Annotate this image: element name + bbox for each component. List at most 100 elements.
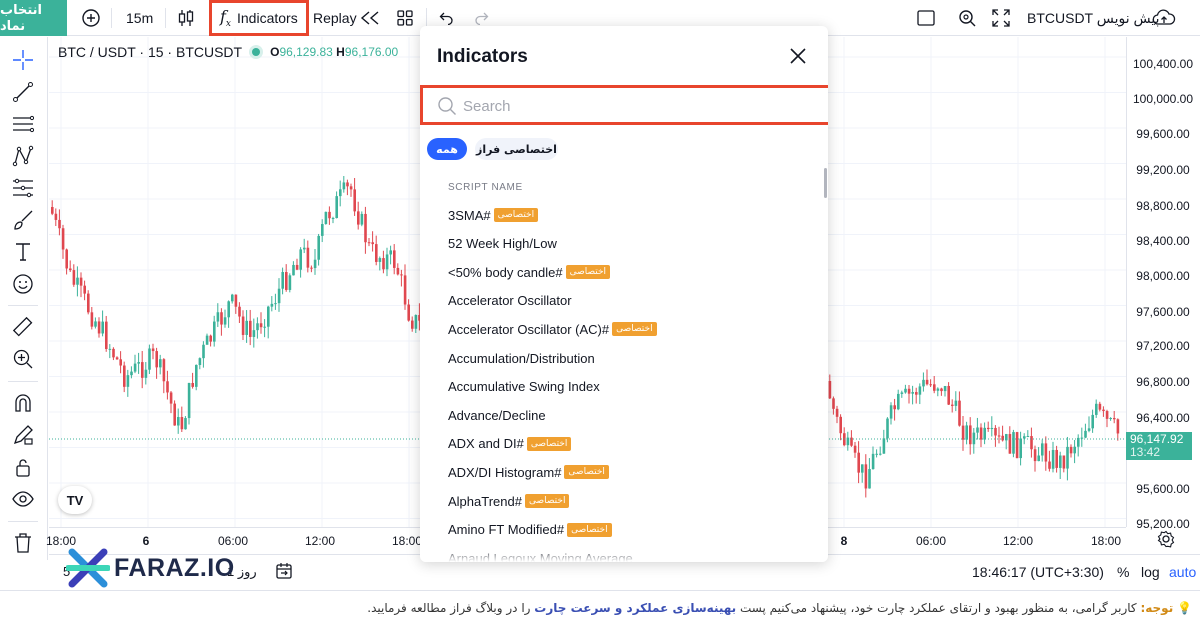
magnet-icon[interactable] (8, 389, 38, 417)
indicator-item[interactable]: Advance/Decline (448, 401, 546, 429)
candle-body (148, 348, 151, 370)
candle-body (886, 418, 889, 439)
search-input[interactable] (463, 96, 803, 116)
faraz-star-icon (66, 548, 110, 588)
crosshair-icon[interactable] (8, 46, 38, 74)
indicator-item[interactable]: <50% body candle# اختصاصی (448, 258, 611, 286)
symbol-name[interactable]: BTCUSDT پیش نویس (1027, 0, 1159, 36)
pencil-lock-icon[interactable] (8, 421, 38, 449)
indicator-name: Amino FT Modified# (448, 522, 565, 538)
notice-link[interactable]: بهینه‌سازی عملکرد و سرعت چارت (534, 601, 736, 615)
candle-body (79, 277, 83, 286)
candle-body (151, 348, 155, 352)
indicator-item[interactable]: Accelerator Oscillator (AC)# اختصاصی (448, 315, 657, 343)
zoom-settings-icon[interactable] (953, 0, 981, 36)
candle-body (303, 247, 306, 250)
candle-body (177, 417, 180, 426)
candle-body (943, 385, 947, 392)
emoji-icon[interactable] (8, 270, 38, 298)
indicators-label: Indicators (237, 10, 298, 26)
candle-body (65, 249, 68, 269)
candle-body (371, 242, 374, 245)
candle-body (893, 405, 896, 410)
log-toggle[interactable]: log (1141, 564, 1160, 580)
price-label: 98,400.00 (1136, 234, 1190, 248)
notice-text-after: را در وبلاگ فراز مطالعه فرمایید. (367, 601, 535, 615)
add-icon[interactable] (77, 0, 105, 36)
candle-body (277, 288, 281, 304)
candle-body (249, 320, 252, 337)
candle-body (285, 272, 288, 290)
exclusive-badge: اختصاصی (526, 436, 572, 451)
brush-icon[interactable] (8, 206, 38, 234)
candle-body (400, 274, 403, 276)
chart-settings-icon[interactable] (1157, 530, 1175, 548)
candle-body (367, 242, 371, 244)
horizontal-lines-icon[interactable] (8, 110, 38, 138)
candle-body (69, 268, 72, 271)
candle-body (61, 228, 65, 250)
candle-body (252, 330, 256, 337)
price-label: 99,200.00 (1136, 163, 1190, 177)
search-field[interactable] (420, 85, 828, 125)
indicator-item[interactable]: 3SMA# اختصاصی (448, 201, 539, 229)
indicator-item[interactable]: Accumulation/Distribution (448, 344, 595, 372)
indicator-item[interactable]: AlphaTrend# اختصاصی (448, 487, 570, 515)
candle-body (832, 398, 835, 409)
trash-icon[interactable] (8, 529, 38, 557)
price-label: 99,600.00 (1136, 127, 1190, 141)
candle-body (994, 427, 997, 436)
candle-body (180, 417, 184, 430)
indicator-item[interactable]: Amino FT Modified# اختصاصی (448, 516, 612, 544)
tradingview-logo[interactable]: TV (58, 486, 92, 514)
candle-body (115, 357, 119, 360)
candle-body (972, 432, 976, 445)
candle-body (130, 371, 133, 376)
candle-body (403, 275, 407, 305)
candle-body (1023, 436, 1026, 439)
calendar-icon[interactable] (275, 562, 293, 580)
candle-body (155, 351, 158, 368)
trend-line-icon[interactable] (8, 78, 38, 106)
candle-body (112, 348, 115, 358)
candle-body (1073, 446, 1076, 454)
filter-all-chip[interactable]: همه (427, 138, 467, 160)
fullscreen-square-icon[interactable] (912, 0, 940, 36)
percent-toggle[interactable]: % (1117, 564, 1129, 580)
zoom-in-icon[interactable] (8, 345, 38, 373)
candles-icon[interactable] (172, 0, 200, 36)
replay-button[interactable]: Replay (313, 0, 357, 36)
filter-exclusive-chip[interactable]: اختصاصی فراز (475, 138, 558, 160)
faraz-brand-text: FARAZ.IO (114, 553, 235, 582)
lock-icon[interactable] (8, 453, 38, 481)
interval-button[interactable]: 15m (126, 0, 153, 36)
indicator-item[interactable]: ADX and DI# اختصاصی (448, 430, 572, 458)
symbol-select-button[interactable]: انتخاب نماد (0, 0, 67, 36)
candle-body (987, 427, 990, 430)
fib-retracement-icon[interactable] (8, 174, 38, 202)
expand-icon[interactable] (987, 0, 1015, 36)
text-icon[interactable] (8, 238, 38, 266)
indicator-item[interactable]: Accelerator Oscillator (448, 287, 572, 315)
candle-body (965, 425, 968, 440)
indicators-button[interactable]: fx Indicators (209, 0, 309, 36)
candle-body (1113, 418, 1116, 420)
pattern-icon[interactable] (8, 142, 38, 170)
ruler-icon[interactable] (8, 313, 38, 341)
market-status-dot (252, 48, 261, 56)
close-icon[interactable] (788, 46, 808, 66)
indicator-item[interactable]: 52 Week High/Low (448, 230, 557, 258)
eye-icon[interactable] (8, 485, 38, 513)
list-scrollbar[interactable] (824, 168, 827, 198)
candle-body (223, 317, 227, 325)
auto-toggle[interactable]: auto (1169, 564, 1196, 580)
candle-body (162, 359, 166, 382)
indicator-item[interactable]: ADX/DI Histogram# اختصاصی (448, 458, 609, 486)
indicator-item[interactable]: Accumulative Swing Index (448, 373, 600, 401)
candle-body (364, 213, 367, 243)
cloud-upload-icon[interactable] (1150, 0, 1178, 36)
layout-grid-icon[interactable] (391, 0, 419, 36)
indicators-dialog: Indicators همه اختصاصی فراز SCRIPT NAME … (420, 26, 828, 562)
clock-time[interactable]: 18:46:17 (UTC+3:30) (972, 564, 1104, 580)
rewind-icon[interactable] (356, 0, 384, 36)
